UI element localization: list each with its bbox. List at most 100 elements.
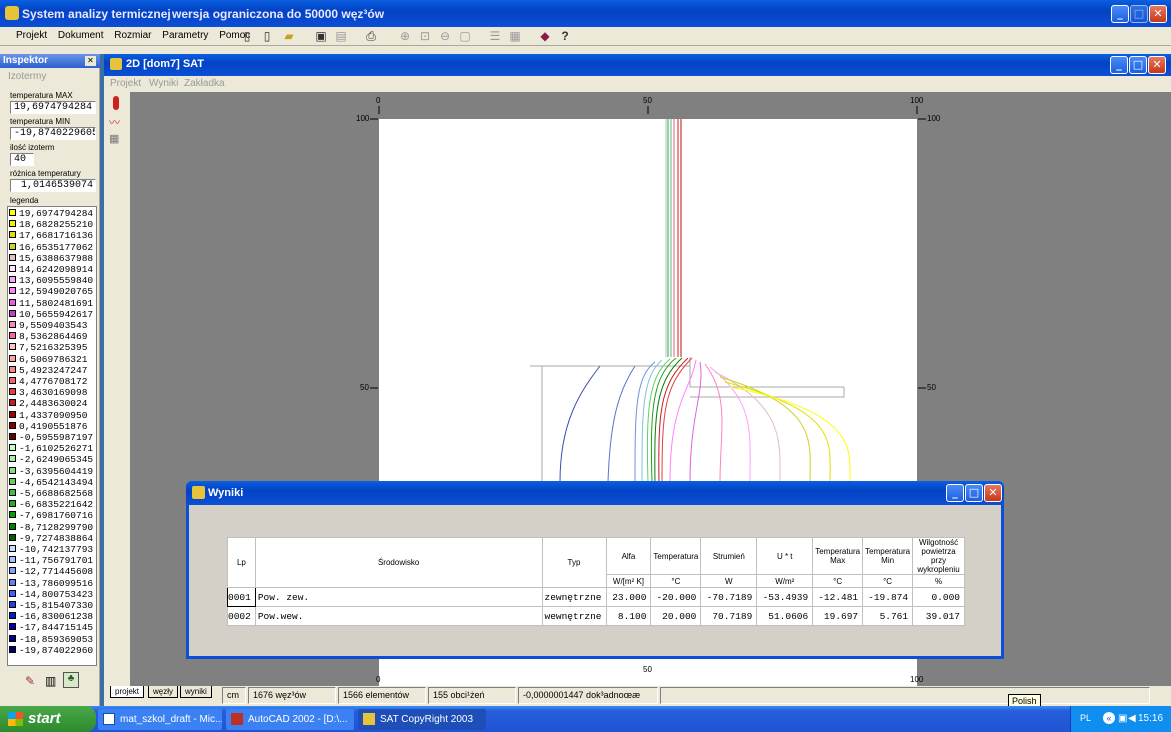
cell-env[interactable]: Pow. zew. — [254, 587, 543, 607]
cell-lp[interactable]: 0002 — [227, 606, 256, 626]
zoom-all-icon[interactable]: ▢ — [456, 27, 474, 45]
header-tmin: Temperatura Min — [862, 537, 914, 575]
inspector-close-icon[interactable]: ✕ — [85, 56, 96, 66]
cell-alfa[interactable]: 8.100 — [605, 606, 652, 626]
legend-item: -17,844715145 — [9, 623, 93, 633]
legend-item: 6,5069786321 — [9, 354, 87, 365]
tmax-field[interactable]: 19,6974794284 — [10, 101, 96, 114]
cell-ut[interactable]: 51.0606 — [756, 606, 814, 626]
language-indicator[interactable]: PL — [1080, 713, 1091, 723]
menu-rozmiar[interactable]: Rozmiar — [114, 30, 151, 41]
legend-item: 17,6681716136 — [9, 231, 93, 241]
help-icon[interactable]: ? — [556, 27, 574, 45]
cell-temp[interactable]: -20.000 — [650, 587, 702, 607]
tab-projekt[interactable]: projekt — [110, 686, 145, 698]
maximize-icon[interactable]: □ — [1130, 5, 1148, 23]
new-document-icon[interactable]: ▯ — [238, 27, 256, 45]
tmin-label: temperatura MIN — [10, 117, 71, 126]
zoom-icon[interactable]: ⊕ — [396, 27, 414, 45]
task-word[interactable]: mat_szkol_draft - Mic... — [98, 709, 222, 730]
menu-parametry[interactable]: Parametry — [162, 30, 208, 41]
cell-tmax[interactable]: -12.481 — [812, 587, 864, 607]
cell-flux[interactable]: -70.7189 — [700, 587, 758, 607]
child-minimize-icon[interactable]: _ — [1110, 56, 1128, 74]
legend-swatch — [9, 231, 16, 239]
cell-type[interactable]: zewnętrzne — [541, 587, 607, 607]
legend-item: -7,6981760716 — [9, 511, 93, 521]
child-maximize-icon[interactable]: □ — [1129, 56, 1147, 74]
tab-wyniki[interactable]: wyniki — [180, 686, 212, 698]
tray-arrow-icon[interactable]: « — [1103, 712, 1115, 724]
network-icon[interactable]: ▣ — [1118, 713, 1127, 724]
tree-icon[interactable]: ♣ — [63, 672, 79, 688]
legend-swatch — [9, 365, 16, 373]
legend-value: 9,5509403543 — [19, 320, 88, 331]
legend-item: 8,5362864469 — [9, 332, 87, 342]
results-maximize-icon[interactable]: □ — [965, 484, 983, 502]
vectors-icon[interactable]: ▦ — [109, 132, 119, 145]
legend-swatch — [9, 332, 16, 340]
tab-wezly[interactable]: węzły — [148, 686, 179, 698]
volume-icon[interactable]: ◀ — [1128, 713, 1136, 724]
mesh-icon[interactable]: ▦ — [506, 27, 524, 45]
save-icon[interactable]: ▣ — [312, 27, 330, 45]
legend-swatch — [9, 466, 16, 474]
cell-lp[interactable]: 0001 — [227, 587, 256, 607]
table-row[interactable]: 0002 Pow.wew. wewnętrzne 8.100 20.000 70… — [227, 606, 965, 626]
delete-icon[interactable]: ▥ — [45, 674, 56, 688]
legend-swatch — [9, 612, 16, 620]
child-close-icon[interactable]: ✕ — [1148, 56, 1166, 74]
cell-hum[interactable]: 39.017 — [912, 606, 965, 626]
menu-dokument[interactable]: Dokument — [58, 30, 104, 41]
cell-hum[interactable]: 0.000 — [912, 587, 965, 607]
child-menu-zakladka[interactable]: Zakładka — [184, 78, 225, 89]
cell-env[interactable]: Pow.wew. — [254, 606, 543, 626]
cell-type[interactable]: wewnętrzne — [541, 606, 607, 626]
legend-value: -4,6542143494 — [19, 476, 94, 488]
cell-temp[interactable]: 20.000 — [650, 606, 702, 626]
cell-tmax[interactable]: 19.697 — [812, 606, 864, 626]
task-sat[interactable]: SAT CopyRight 2003 — [358, 709, 486, 730]
minimize-icon[interactable]: _ — [1111, 5, 1129, 23]
cell-ut[interactable]: -53.4939 — [756, 587, 814, 607]
legend-item: -2,6249065345 — [9, 455, 93, 465]
legend-item: 16,6535177062 — [9, 242, 93, 253]
legend-value: 10,5655942617 — [19, 308, 94, 320]
legend-swatch — [9, 500, 16, 508]
cell-tmin[interactable]: -19.874 — [862, 587, 914, 607]
task-autocad[interactable]: AutoCAD 2002 - [D:\... — [226, 709, 354, 730]
legend-swatch — [9, 601, 16, 608]
open-folder-icon[interactable]: ▰ — [280, 27, 298, 45]
thermometer-icon[interactable] — [113, 96, 119, 110]
export-icon[interactable]: ▤ — [332, 27, 350, 45]
child-menu-wyniki[interactable]: Wyniki — [149, 78, 178, 89]
start-button[interactable]: start — [0, 706, 96, 732]
results-minimize-icon[interactable]: _ — [946, 484, 964, 502]
legend-swatch — [9, 287, 16, 295]
count-field[interactable]: 40 — [10, 153, 34, 166]
tmin-field[interactable]: -19,8740229605 — [10, 127, 96, 140]
legend-value: -2,6249065345 — [19, 454, 94, 466]
inspector-tab-izotermy[interactable]: Izotermy — [8, 71, 46, 82]
child-menu-projekt[interactable]: Projekt — [110, 78, 141, 89]
book-icon[interactable]: ◆ — [536, 27, 554, 45]
results-close-icon[interactable]: ✕ — [984, 484, 1002, 502]
cell-tmin[interactable]: 5.761 — [862, 606, 914, 626]
zoom-window-icon[interactable]: ⊡ — [416, 27, 434, 45]
grid-icon[interactable]: ☰ — [486, 27, 504, 45]
cell-flux[interactable]: 70.7189 — [700, 606, 758, 626]
zoom-out-icon[interactable]: ⊖ — [436, 27, 454, 45]
ruler-bottom-100: 100 — [910, 675, 924, 684]
close-icon[interactable]: ✕ — [1149, 5, 1167, 23]
table-row[interactable]: 0001 Pow. zew. zewnętrzne 23.000 -20.000… — [227, 587, 965, 607]
isolines-icon[interactable]: 〰 — [109, 114, 120, 130]
legend-item: 1,4337090950 — [9, 410, 87, 421]
pencil-icon[interactable]: ✎ — [25, 674, 35, 688]
legend-swatch — [9, 309, 16, 317]
menu-projekt[interactable]: Projekt — [16, 30, 47, 41]
cell-alfa[interactable]: 23.000 — [605, 587, 652, 607]
new-file-icon[interactable]: ▯ — [258, 27, 276, 45]
diff-field[interactable]: 1,0146539074 — [10, 179, 96, 192]
app-title-bar: System analizy termicznej wersja ogranic… — [0, 0, 1171, 27]
print-icon[interactable]: ⎙ — [362, 27, 380, 45]
